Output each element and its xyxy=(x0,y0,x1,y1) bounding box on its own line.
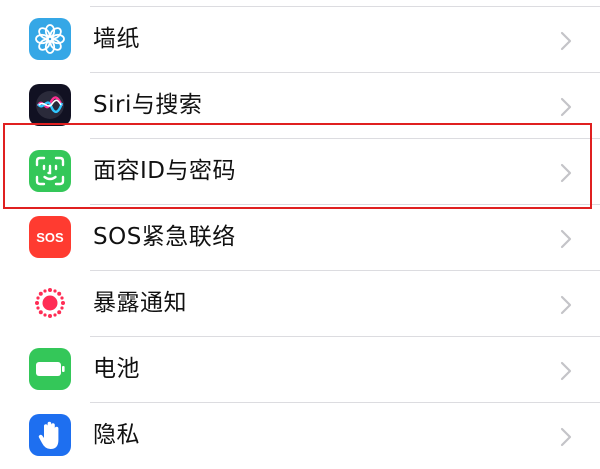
settings-item-label: SOS紧急联络 xyxy=(93,224,236,250)
settings-item-privacy[interactable]: 隐私 xyxy=(0,403,600,469)
settings-item-siri-search[interactable]: Siri与搜索 xyxy=(0,73,600,139)
siri-icon xyxy=(29,84,71,126)
settings-item-battery[interactable]: 电池 xyxy=(0,337,600,403)
chevron-right-icon xyxy=(560,295,572,315)
battery-icon xyxy=(29,348,71,390)
exposure-notification-icon xyxy=(29,282,71,324)
settings-item-emergency-sos[interactable]: SOS SOS紧急联络 xyxy=(0,205,600,271)
chevron-right-icon xyxy=(560,97,572,117)
chevron-right-icon xyxy=(560,427,572,447)
settings-item-label: 面容ID与密码 xyxy=(93,158,236,184)
face-id-icon xyxy=(29,150,71,192)
settings-item-wallpaper[interactable]: 墙纸 xyxy=(0,7,600,73)
settings-item-label: 墙纸 xyxy=(93,26,140,52)
sos-icon-text: SOS xyxy=(36,230,64,245)
settings-item-label: 电池 xyxy=(93,356,140,382)
sos-icon: SOS xyxy=(29,216,71,258)
privacy-hand-icon xyxy=(29,414,71,456)
chevron-right-icon xyxy=(560,163,572,183)
settings-item-face-id-passcode[interactable]: 面容ID与密码 xyxy=(0,139,600,205)
chevron-right-icon xyxy=(560,31,572,51)
settings-item-label: 暴露通知 xyxy=(93,290,187,316)
settings-item-label: 隐私 xyxy=(93,422,140,448)
settings-item-exposure-notifications[interactable]: 暴露通知 xyxy=(0,271,600,337)
settings-item-label: Siri与搜索 xyxy=(93,92,203,118)
chevron-right-icon xyxy=(560,229,572,249)
chevron-right-icon xyxy=(560,361,572,381)
wallpaper-flower-icon xyxy=(29,18,71,60)
settings-list: 墙纸 Siri与搜索 面容ID与密码 SOS SOS紧急联络 暴露通知 电池 隐… xyxy=(0,0,600,456)
